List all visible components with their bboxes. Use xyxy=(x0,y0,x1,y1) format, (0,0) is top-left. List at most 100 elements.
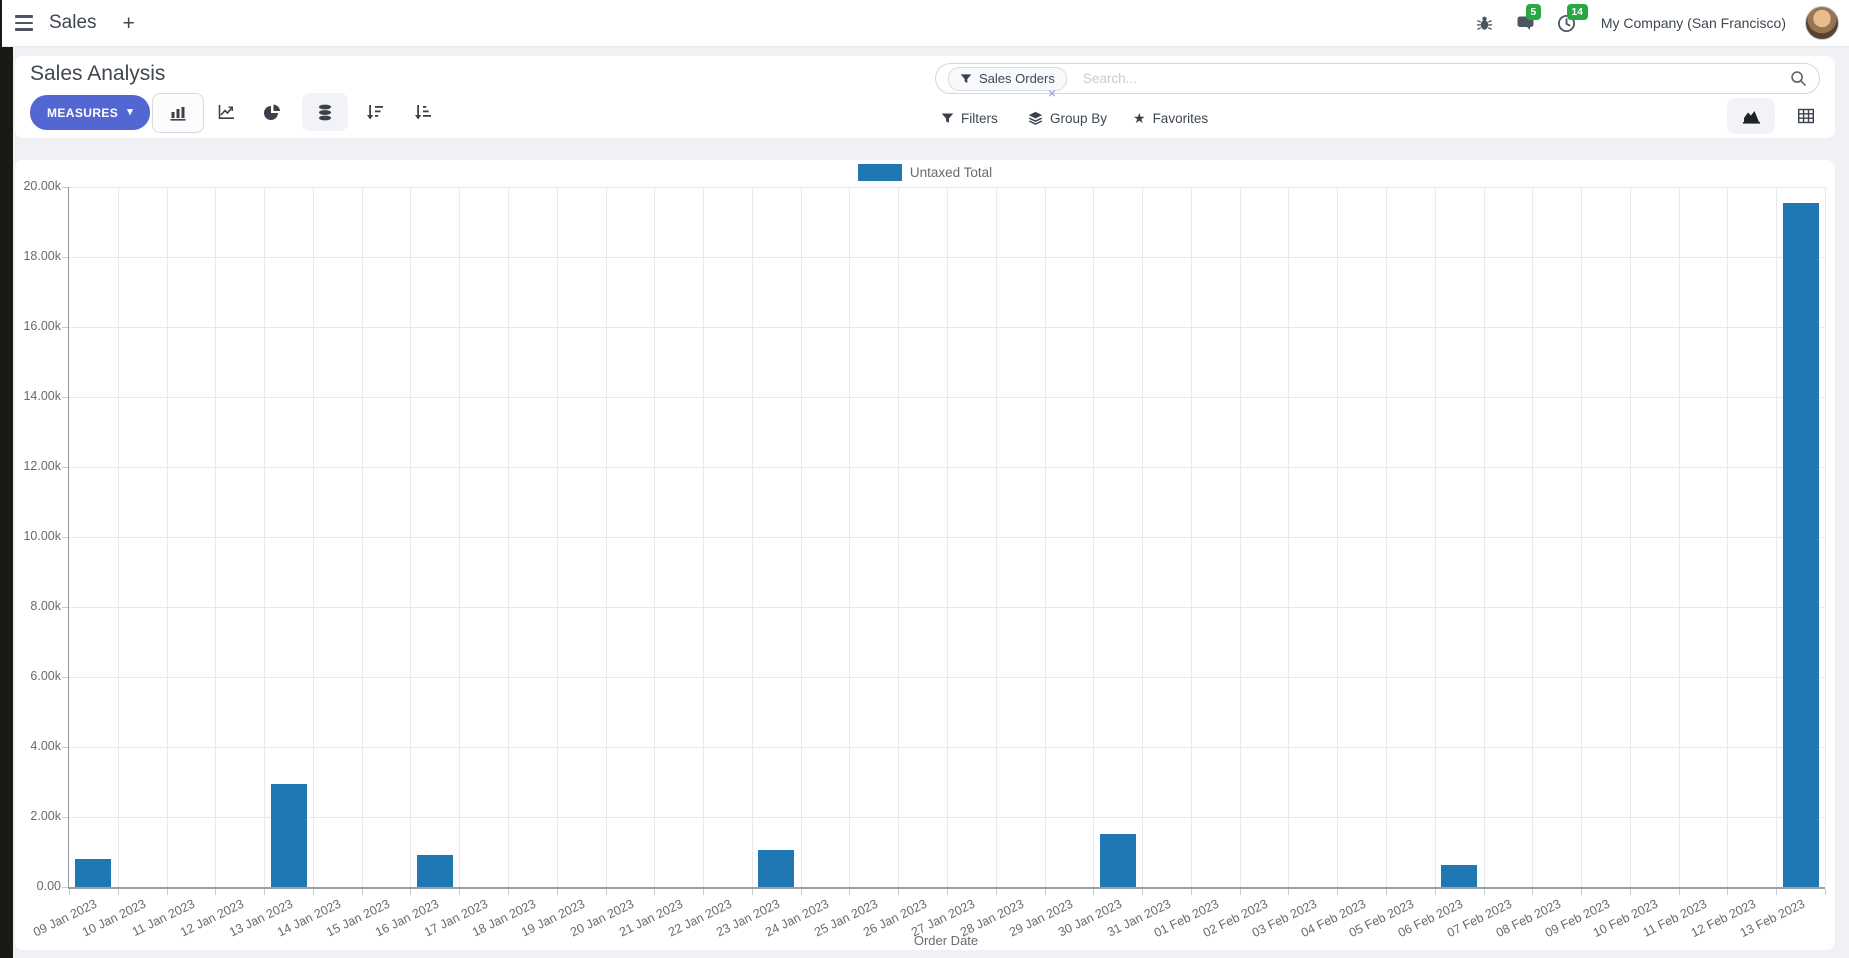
bar-30-jan-2023[interactable] xyxy=(1099,834,1136,887)
search-icon[interactable] xyxy=(1790,70,1807,87)
search-input[interactable] xyxy=(1080,70,1782,87)
gridline-vertical xyxy=(654,187,656,887)
gridline-vertical xyxy=(1337,187,1339,887)
bar-chart-button[interactable] xyxy=(152,93,204,133)
user-company-menu[interactable]: My Company (San Francisco) xyxy=(1601,15,1786,31)
sort-descending-button[interactable] xyxy=(357,98,393,126)
measures-button[interactable]: MEASURES ▾ xyxy=(30,95,151,130)
line-chart-icon xyxy=(218,105,234,119)
sales-app-menu[interactable]: Sales xyxy=(49,12,97,34)
activities-menu[interactable]: 14 xyxy=(1556,4,1588,34)
gridline-vertical xyxy=(605,187,607,887)
bar-23-jan-2023[interactable] xyxy=(758,849,795,887)
stacked-icon xyxy=(319,104,331,120)
x-axis-tick xyxy=(459,889,461,895)
legend-swatch xyxy=(857,164,902,181)
gridline-vertical xyxy=(947,187,948,887)
gridline-vertical xyxy=(800,187,802,887)
plus-icon[interactable]: + xyxy=(123,13,135,34)
chart-legend[interactable]: Untaxed Total xyxy=(15,164,1835,181)
gridline-vertical xyxy=(1190,187,1192,887)
y-axis-tick xyxy=(62,817,68,818)
x-axis-tick xyxy=(215,889,217,895)
y-axis-label: 20.00k xyxy=(23,179,61,193)
bar-09-jan-2023[interactable] xyxy=(75,859,112,887)
x-axis-tick xyxy=(1629,889,1631,895)
bar-16-jan-2023[interactable] xyxy=(416,855,453,887)
page-title: Sales Analysis xyxy=(30,62,166,85)
x-axis-tick xyxy=(1581,889,1583,895)
gridline-vertical xyxy=(1776,187,1778,887)
gridline-vertical xyxy=(410,187,412,887)
x-axis-tick xyxy=(1727,889,1729,895)
x-axis-tick xyxy=(69,889,70,895)
graph-view-button[interactable] xyxy=(1727,98,1775,134)
gridline-vertical xyxy=(459,187,461,887)
x-axis-tick xyxy=(556,889,558,895)
gridline-vertical xyxy=(1434,187,1436,887)
gridline-vertical xyxy=(1825,187,1826,887)
navbar-right: 5 14 My Company (San Francisco) xyxy=(1474,4,1839,40)
bar-13-jan-2023[interactable] xyxy=(270,784,307,887)
remove-facet-icon[interactable]: × xyxy=(1048,86,1056,100)
y-axis-tick xyxy=(62,887,68,888)
gridline-vertical xyxy=(751,187,753,887)
pivot-view-button[interactable] xyxy=(1784,98,1828,134)
bug-icon[interactable] xyxy=(1474,12,1496,34)
bar-06-feb-2023[interactable] xyxy=(1441,864,1478,887)
navbar-left: Sales + xyxy=(15,12,135,34)
bar-chart-icon xyxy=(170,107,185,121)
filters-label: Filters xyxy=(961,110,998,126)
filters-button[interactable]: Filters xyxy=(941,105,998,131)
y-axis-label: 14.00k xyxy=(23,389,61,403)
odoo-sales-analysis-screen: Sales + 5 14 My Company (San Francisco) … xyxy=(0,0,1849,958)
x-axis-tick xyxy=(264,889,266,895)
search-bar[interactable]: Sales Orders × xyxy=(935,63,1820,100)
x-axis-tick xyxy=(995,889,997,895)
bar-13-feb-2023[interactable] xyxy=(1782,203,1819,887)
stacked-toggle-button[interactable] xyxy=(302,93,348,131)
top-navbar: Sales + 5 14 My Company (San Francisco) xyxy=(2,0,1849,47)
avatar[interactable] xyxy=(1805,6,1839,40)
gridline-vertical xyxy=(1142,187,1144,887)
pie-chart-button[interactable] xyxy=(254,98,290,126)
gridline-vertical xyxy=(117,187,119,887)
x-axis-tick xyxy=(1825,889,1826,895)
x-axis-tick xyxy=(361,889,363,895)
y-axis-tick xyxy=(62,607,68,608)
x-axis-tick xyxy=(1386,889,1387,895)
line-chart-button[interactable] xyxy=(207,98,245,126)
gridline-vertical xyxy=(508,187,509,887)
pivot-table-icon xyxy=(1798,108,1815,124)
x-axis-tick xyxy=(1532,889,1534,895)
facet-label: Sales Orders xyxy=(979,71,1055,86)
x-axis-tick xyxy=(654,889,656,895)
layers-icon xyxy=(1028,111,1043,125)
gridline-vertical xyxy=(1239,187,1241,887)
messages-menu[interactable]: 5 xyxy=(1515,4,1541,34)
sort-ascending-button[interactable] xyxy=(405,98,441,126)
x-axis-tick xyxy=(1142,889,1144,895)
gridline-vertical xyxy=(1629,187,1631,887)
x-axis-tick xyxy=(947,889,948,895)
area-chart-icon xyxy=(1742,110,1760,124)
group-by-button[interactable]: Group By xyxy=(1028,105,1107,131)
apps-menu-icon[interactable] xyxy=(15,12,37,34)
y-axis-label: 12.00k xyxy=(23,459,61,473)
x-axis-tick xyxy=(508,889,509,895)
x-axis-tick xyxy=(117,889,119,895)
x-axis-tick xyxy=(1678,889,1680,895)
gridline-vertical xyxy=(1678,187,1680,887)
y-axis-tick xyxy=(62,537,68,538)
gridline-vertical xyxy=(995,187,997,887)
gridline-vertical xyxy=(1093,187,1095,887)
y-axis-tick xyxy=(62,747,68,748)
x-axis-tick xyxy=(1483,889,1485,895)
measures-label: MEASURES xyxy=(47,105,119,120)
y-axis-label: 16.00k xyxy=(23,319,61,333)
x-axis-tick xyxy=(1776,889,1778,895)
favorites-button[interactable]: ★ Favorites xyxy=(1133,105,1208,131)
y-axis-tick xyxy=(62,327,68,328)
y-axis-tick xyxy=(62,397,68,398)
plot-area: 0.00 2.00k 4.00k 6.00k 8.00k 10.00k 12.00k 14.0… xyxy=(23,179,1826,940)
